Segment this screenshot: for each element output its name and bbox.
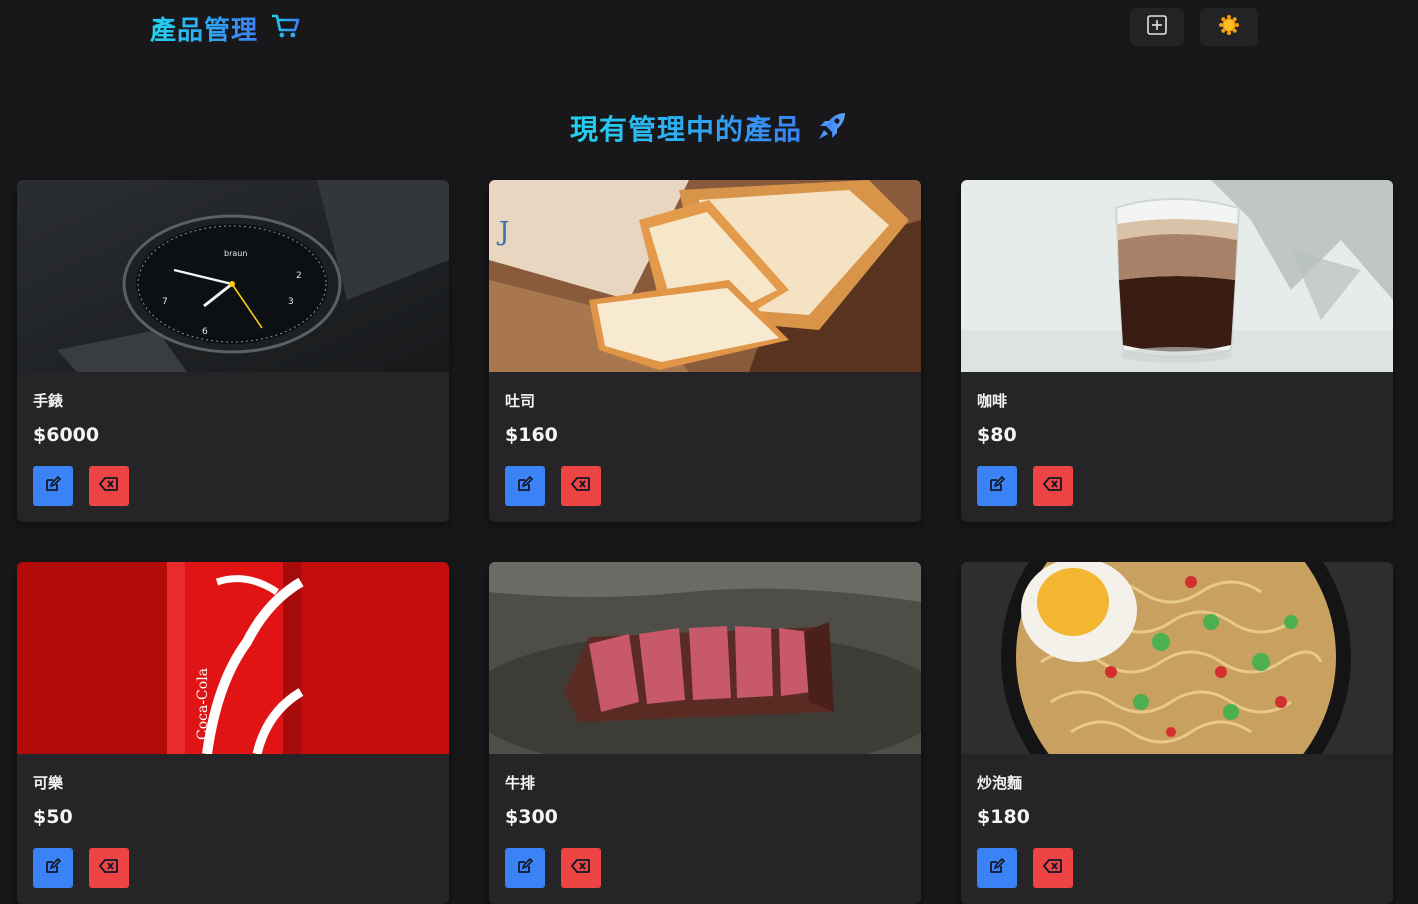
edit-icon: [517, 475, 534, 496]
product-card: 炒泡麵 $180: [961, 562, 1393, 904]
product-card: braun 2 3 7 6 手錶 $6000: [17, 180, 449, 522]
edit-icon: [989, 475, 1006, 496]
product-price: $160: [505, 424, 558, 446]
page-title: 現有管理中的產品: [570, 108, 802, 148]
delete-button[interactable]: [89, 848, 129, 888]
product-name: 炒泡麵: [977, 774, 1023, 792]
product-price: $300: [505, 806, 558, 828]
toast-photo: J: [489, 180, 921, 372]
edit-icon: [45, 475, 62, 496]
section-heading: 現有管理中的產品: [0, 108, 1418, 148]
delete-button[interactable]: [89, 466, 129, 506]
svg-text:3: 3: [288, 297, 294, 307]
backspace-icon: [571, 476, 591, 496]
product-name: 手錶: [33, 392, 64, 410]
backspace-icon: [99, 476, 119, 496]
product-card: Coca-Cola 可樂 $50: [17, 562, 449, 904]
product-name: 吐司: [505, 392, 536, 410]
edit-icon: [517, 857, 534, 878]
watch-photo: braun 2 3 7 6: [17, 180, 449, 372]
edit-icon: [989, 857, 1006, 878]
backspace-icon: [99, 858, 119, 878]
edit-button[interactable]: [505, 848, 545, 888]
product-name: 咖啡: [977, 392, 1008, 410]
edit-button[interactable]: [977, 848, 1017, 888]
product-name: 牛排: [505, 774, 536, 792]
top-navbar: 產品管理: [0, 0, 1418, 58]
edit-button[interactable]: [977, 466, 1017, 506]
steak-photo: [489, 562, 921, 754]
svg-text:Coca-Cola: Coca-Cola: [195, 668, 211, 740]
product-name: 可樂: [33, 774, 64, 792]
theme-toggle-button[interactable]: [1200, 8, 1258, 46]
rocket-icon: [816, 110, 848, 146]
brand[interactable]: 產品管理: [150, 10, 300, 46]
sun-icon: [1218, 14, 1240, 40]
delete-button[interactable]: [561, 848, 601, 888]
cola-photo: Coca-Cola: [17, 562, 449, 754]
delete-button[interactable]: [1033, 466, 1073, 506]
backspace-icon: [571, 858, 591, 878]
edit-button[interactable]: [33, 466, 73, 506]
product-price: $80: [977, 424, 1017, 446]
backspace-icon: [1043, 858, 1063, 878]
plus-square-icon: [1146, 14, 1168, 40]
app-title: 產品管理: [150, 10, 258, 47]
edit-button[interactable]: [505, 466, 545, 506]
svg-text:6: 6: [202, 327, 208, 337]
product-card: J 吐司 $160: [489, 180, 921, 522]
backspace-icon: [1043, 476, 1063, 496]
product-card: 咖啡 $80: [961, 180, 1393, 522]
coffee-photo: [961, 180, 1393, 372]
svg-text:7: 7: [162, 297, 168, 307]
edit-icon: [45, 857, 62, 878]
delete-button[interactable]: [561, 466, 601, 506]
svg-text:2: 2: [296, 271, 302, 281]
product-card: 牛排 $300: [489, 562, 921, 904]
shopping-cart-icon: [270, 12, 300, 44]
noodles-photo: [961, 562, 1393, 754]
add-product-button[interactable]: [1130, 8, 1184, 46]
svg-text:J: J: [496, 217, 509, 247]
svg-text:braun: braun: [224, 249, 247, 258]
product-price: $180: [977, 806, 1030, 828]
delete-button[interactable]: [1033, 848, 1073, 888]
product-price: $6000: [33, 424, 100, 446]
edit-button[interactable]: [33, 848, 73, 888]
product-price: $50: [33, 806, 73, 828]
